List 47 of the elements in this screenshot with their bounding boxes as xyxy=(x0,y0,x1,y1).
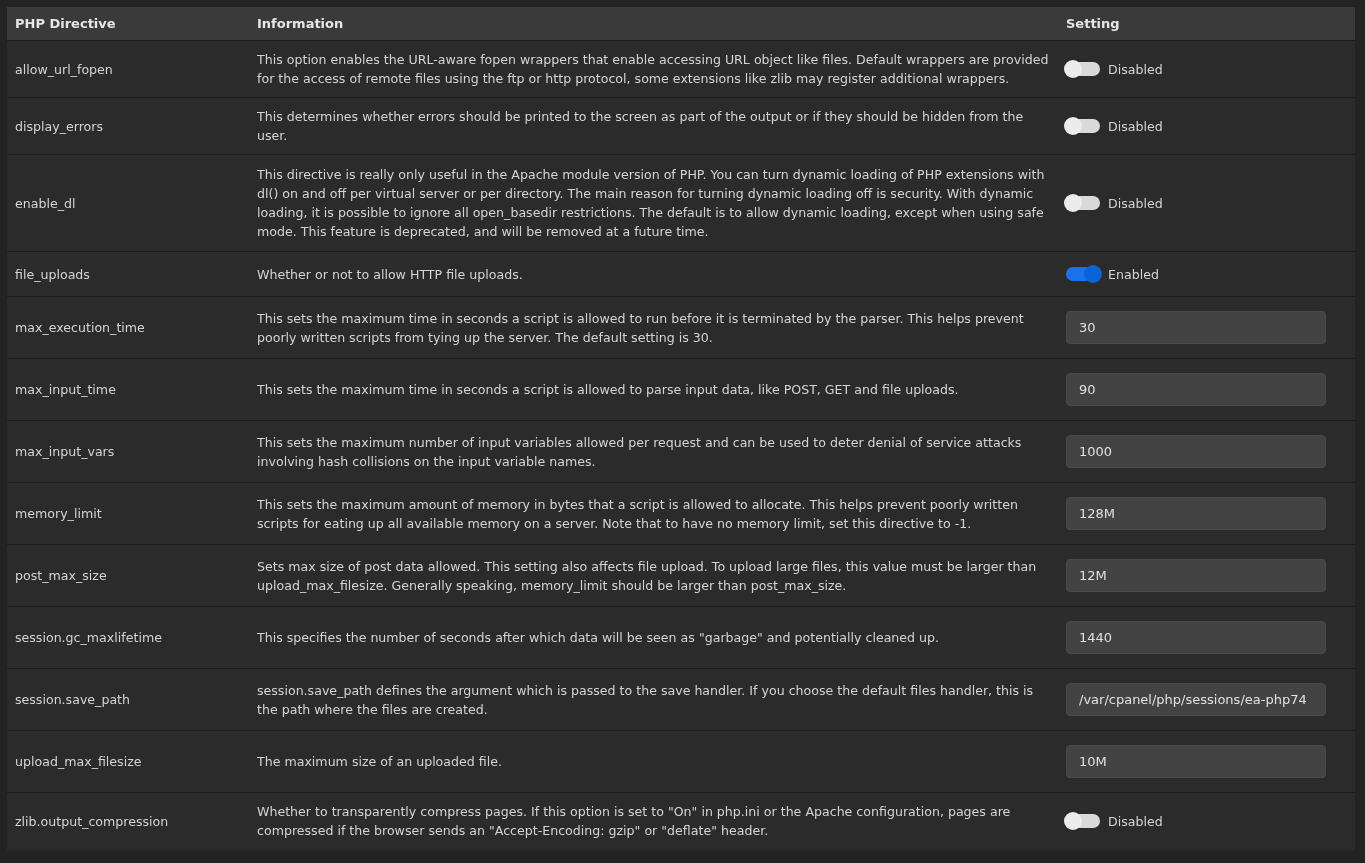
toggle-switch[interactable] xyxy=(1066,119,1100,133)
column-header: Information xyxy=(249,7,1058,41)
setting-input[interactable]: 1000 xyxy=(1066,435,1326,468)
directive-cell: allow_url_fopen xyxy=(7,40,249,98)
directive-cell: file_uploads xyxy=(7,251,249,297)
toggle-label: Disabled xyxy=(1108,60,1163,79)
directive-cell: post_max_size xyxy=(7,544,249,607)
information-cell: Sets max size of post data allowed. This setting also affects file upload. To upload large files, this value must be larger than upload_max_filesize. Generally speaking, memory_limit should be larger than post_max_size. xyxy=(249,544,1058,607)
setting-input[interactable]: 1440 xyxy=(1066,621,1326,654)
information-cell: This option enables the URL-aware fopen wrappers that enable accessing URL object like files. Default wrappers are provided for the access of remote files using the ftp or http protocol, some extensions like zlib may register additional wrappers. xyxy=(249,40,1058,98)
information-cell: Whether to transparently compress pages. If this option is set to "On" in php.ini or the Apache configuration, pages are compressed if the browser sends an "Accept-Encoding: gzip" or "deflate" header. xyxy=(249,792,1058,850)
information-cell: Whether or not to allow HTTP file uploads. xyxy=(249,251,1058,297)
directive-cell: upload_max_filesize xyxy=(7,730,249,793)
information-cell: session.save_path defines the argument which is passed to the save handler. If you choose the default files handler, this is the path where the files are created. xyxy=(249,668,1058,731)
information-cell: The maximum size of an uploaded file. xyxy=(249,730,1058,793)
directive-cell: session.save_path xyxy=(7,668,249,731)
directive-cell: enable_dl xyxy=(7,154,249,252)
information-cell: This sets the maximum time in seconds a script is allowed to parse input data, like POST, GET and file uploads. xyxy=(249,358,1058,421)
toggle-switch[interactable] xyxy=(1066,196,1100,210)
column-header: PHP Directive xyxy=(7,7,249,41)
toggle-switch[interactable] xyxy=(1066,267,1100,281)
setting-input[interactable]: 128M xyxy=(1066,497,1326,530)
toggle-label: Enabled xyxy=(1108,265,1159,284)
information-cell: This determines whether errors should be printed to the screen as part of the output or if they should be hidden from the user. xyxy=(249,97,1058,155)
directive-cell: memory_limit xyxy=(7,482,249,545)
toggle-switch[interactable] xyxy=(1066,814,1100,829)
information-cell: This specifies the number of seconds after which data will be seen as "garbage" and potentially cleaned up. xyxy=(249,606,1058,669)
setting-input[interactable]: /var/cpanel/php/sessions/ea-php74 xyxy=(1066,683,1326,716)
setting-input[interactable]: 30 xyxy=(1066,311,1326,344)
directive-cell: max_execution_time xyxy=(7,296,249,359)
directive-cell: max_input_time xyxy=(7,358,249,421)
information-cell: This sets the maximum amount of memory in bytes that a script is allowed to allocate. This helps prevent poorly written scripts for eating up all available memory on a server. Note that to have no memory limit, set this directive to -1. xyxy=(249,482,1058,545)
directive-cell: zlib.output_compression xyxy=(7,792,249,850)
directive-cell: display_errors xyxy=(7,97,249,155)
toggle-switch[interactable] xyxy=(1066,62,1100,76)
toggle-label: Disabled xyxy=(1108,812,1163,831)
information-cell: This sets the maximum time in seconds a script is allowed to run before it is terminated by the parser. This helps prevent poorly written scripts from tying up the server. The default setting is 30. xyxy=(249,296,1058,359)
directive-cell: session.gc_maxlifetime xyxy=(7,606,249,669)
toggle-label: Disabled xyxy=(1108,194,1163,213)
toggle-label: Disabled xyxy=(1108,117,1163,136)
setting-input[interactable]: 12M xyxy=(1066,559,1326,592)
information-cell: This directive is really only useful in the Apache module version of PHP. You can turn dynamic loading of PHP extensions with dl() on and off per virtual server or per directory. The main reason for turning dynamic loading off is security. With dynamic loading, it is possible to ignore all open_basedir restrictions. The default is to allow dynamic loading, except when using safe mode. This feature is deprecated, and will be removed at a future time. xyxy=(249,154,1058,252)
setting-input[interactable]: 10M xyxy=(1066,745,1326,778)
information-cell: This sets the maximum number of input variables allowed per request and can be used to deter denial of service attacks involving hash collisions on the input variable names. xyxy=(249,420,1058,483)
setting-input[interactable]: 90 xyxy=(1066,373,1326,406)
directive-cell: max_input_vars xyxy=(7,420,249,483)
column-header: Setting xyxy=(1058,7,1355,41)
